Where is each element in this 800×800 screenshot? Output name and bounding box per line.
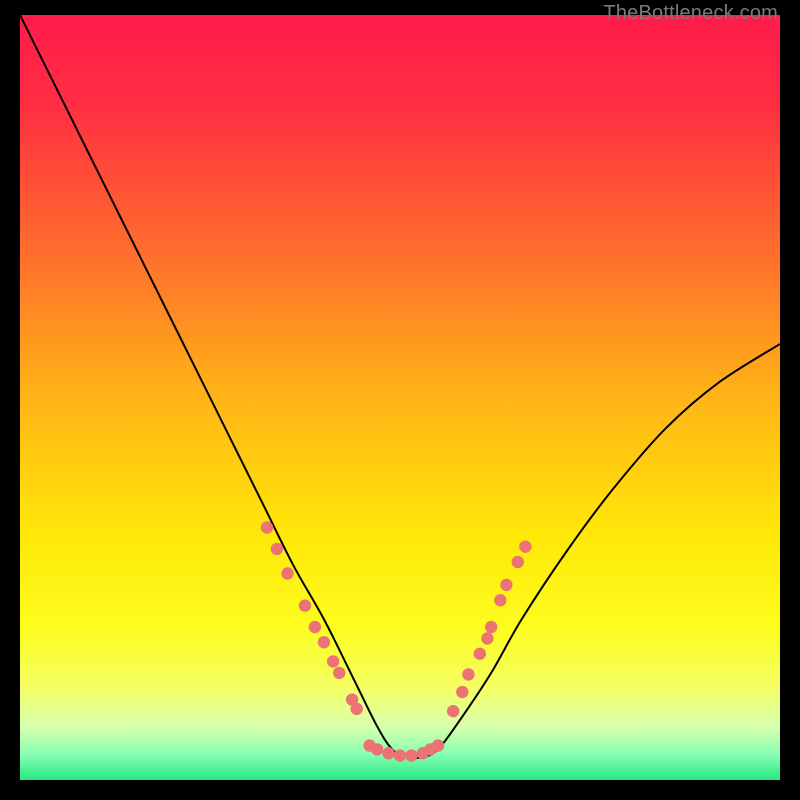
marker-left-7 (333, 667, 345, 679)
marker-right-4 (481, 632, 493, 644)
marker-left-0 (261, 521, 273, 533)
marker-valley-7 (432, 739, 444, 751)
marker-valley-3 (394, 749, 406, 761)
marker-left-4 (309, 621, 321, 633)
gradient-background (20, 15, 780, 780)
chart-frame (20, 15, 780, 780)
marker-right-6 (494, 594, 506, 606)
bottleneck-chart (20, 15, 780, 780)
marker-right-2 (462, 668, 474, 680)
marker-right-0 (447, 705, 459, 717)
watermark-label: TheBottleneck.com (603, 2, 778, 25)
marker-valley-2 (382, 747, 394, 759)
marker-right-1 (456, 686, 468, 698)
marker-valley-1 (371, 743, 383, 755)
marker-right-7 (500, 579, 512, 591)
marker-left-5 (318, 636, 330, 648)
marker-left-6 (327, 655, 339, 667)
marker-left-3 (299, 599, 311, 611)
marker-left-2 (281, 567, 293, 579)
marker-left-1 (271, 543, 283, 555)
marker-right-5 (485, 621, 497, 633)
marker-right-9 (519, 540, 531, 552)
marker-right-8 (512, 556, 524, 568)
marker-left-9 (350, 703, 362, 715)
marker-valley-4 (405, 749, 417, 761)
marker-right-3 (474, 648, 486, 660)
